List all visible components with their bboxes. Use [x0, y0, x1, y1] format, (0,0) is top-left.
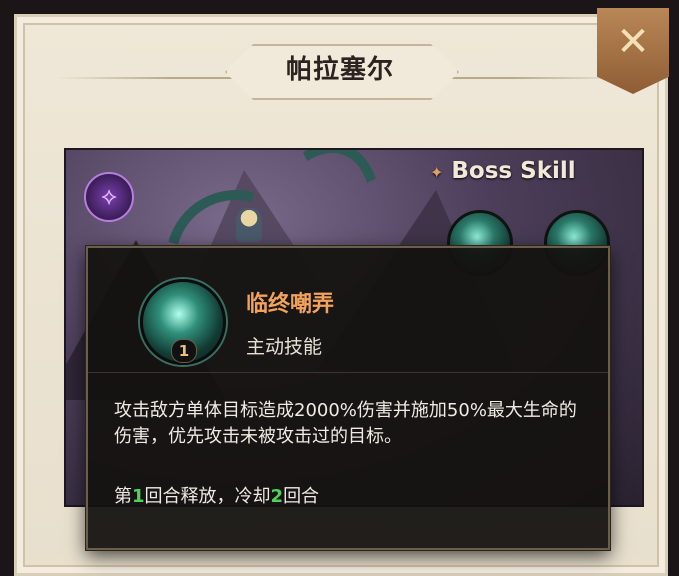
skill-type: 主动技能: [246, 336, 323, 358]
cooldown-rounds: 2: [270, 486, 284, 507]
skill-description: 攻击敌方单体目标造成2000%伤害并施加50%最大生命的伤害，优先攻击未被攻击过…: [114, 400, 577, 447]
hero-character: [236, 208, 262, 242]
crossed-swords-close-icon[interactable]: ✕: [597, 22, 669, 62]
skill-cooldown: 第1回合释放，冷却2回合: [114, 482, 319, 508]
release-round: 1: [132, 486, 145, 507]
cooldown-middle: 回合释放，冷却: [144, 486, 271, 507]
skill-level-badge: 1: [171, 339, 197, 363]
cooldown-prefix: 第: [114, 486, 132, 507]
skill-name: 临终嘲弄: [246, 292, 335, 317]
close-button[interactable]: ✕: [597, 8, 669, 94]
dialog-title: 帕拉塞尔: [285, 55, 394, 85]
boss-skill-label: ✦ Boss Skill: [430, 158, 576, 190]
purple-faction-icon: ⟡: [84, 172, 134, 222]
cooldown-suffix: 回合: [283, 486, 320, 507]
star-icon: ✦: [430, 163, 444, 182]
boss-skill-text: Boss Skill: [451, 158, 576, 184]
